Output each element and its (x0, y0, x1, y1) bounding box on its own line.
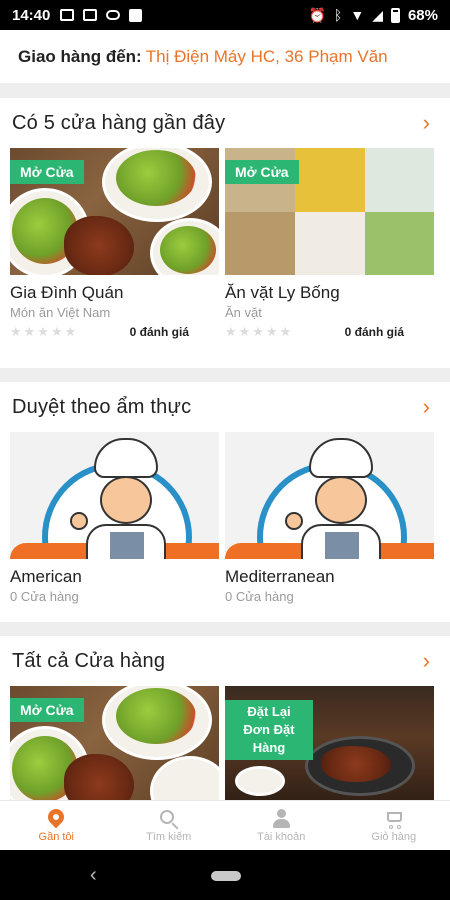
star-rating-icon: ★★★★★ (225, 324, 294, 339)
location-pin-icon (44, 805, 68, 829)
chef-hat-icon (309, 438, 373, 478)
image-notification-icon (60, 9, 75, 21)
nav-nearby[interactable]: Gần tôi (0, 801, 113, 850)
cuisine-name: American (10, 567, 82, 586)
open-badge: Mở Cửa (10, 160, 84, 184)
section-header[interactable]: Có 5 cửa hàng gần đây › (0, 98, 450, 148)
nav-search[interactable]: Tìm kiếm (113, 801, 226, 850)
cuisine-store-count: 0 Cửa hàng (225, 589, 294, 604)
nearby-stores-section: Có 5 cửa hàng gần đây › Mở Cửa Gia Đình … (0, 98, 450, 368)
section-header[interactable]: Tất cả Cửa hàng › (0, 636, 450, 686)
cart-icon (384, 809, 404, 829)
rating-row: ★★★★★ 0 đánh giá (10, 324, 219, 340)
store-name: Gia Đình Quán (10, 283, 124, 302)
cuisine-name: Mediterranean (225, 567, 335, 586)
nav-label: Tìm kiếm (146, 830, 192, 843)
cuisine-card[interactable]: Mediterranean 0 Cửa hàng (225, 432, 434, 604)
signal-icon: ◢ (372, 6, 383, 23)
status-time: 14:40 (12, 6, 51, 24)
cuisine-card[interactable]: American 0 Cửa hàng (10, 432, 219, 604)
home-pill-icon[interactable] (211, 871, 241, 881)
user-icon (271, 808, 291, 829)
rating-count: 0 đánh giá (344, 325, 404, 339)
section-divider (0, 368, 450, 382)
nav-label: Tài khoản (257, 830, 306, 843)
nav-label: Giỏ hàng (371, 830, 417, 843)
bluetooth-icon: ᛒ (333, 7, 343, 23)
chevron-right-icon[interactable]: › (423, 110, 430, 136)
nav-label: Gần tôi (38, 830, 74, 843)
section-divider (0, 622, 450, 636)
back-icon[interactable]: ‹ (90, 864, 97, 887)
bottom-navigation: Gần tôi Tìm kiếm Tài khoản Giỏ hàng (0, 800, 450, 850)
open-badge: Mở Cửa (225, 160, 299, 184)
store-card[interactable]: Mở Cửa Ăn vặt Ly Bống Ăn vặt ★★★★★ 0 đán… (225, 148, 434, 340)
section-divider (0, 84, 450, 98)
status-right: ⏰ ᛒ ▼ ◢ 68% (308, 7, 438, 24)
battery-percent: 68% (407, 6, 438, 24)
nav-cart[interactable]: Giỏ hàng (338, 801, 450, 850)
section-title: Có 5 cửa hàng gần đây (12, 111, 226, 134)
section-title: Tất cả Cửa hàng (12, 649, 166, 672)
section-title: Duyệt theo ẩm thực (12, 395, 192, 418)
alarm-icon: ⏰ (308, 6, 326, 23)
system-navigation-bar: ‹ (0, 850, 450, 900)
cuisine-section: Duyệt theo ẩm thực › American 0 Cửa hàng (0, 382, 450, 622)
battery-icon (390, 7, 400, 23)
delivery-address-bar[interactable]: Giao hàng đến: Thị Điện Máy HC, 36 Phạm … (0, 30, 450, 84)
section-header[interactable]: Duyệt theo ẩm thực › (0, 382, 450, 432)
chef-hat-icon (94, 438, 158, 478)
chevron-right-icon[interactable]: › (423, 648, 430, 674)
store-image: Mở Cửa (10, 148, 219, 275)
store-image: Đặt Lại Đơn Đặt Hàng (225, 686, 434, 800)
chef-illustration (10, 432, 219, 559)
chevron-right-icon[interactable]: › (423, 394, 430, 420)
app-notification-icon (129, 8, 143, 22)
chef-illustration (225, 432, 434, 559)
store-name: Ăn vặt Ly Bống (225, 283, 340, 302)
rating-row: ★★★★★ 0 đánh giá (225, 324, 434, 340)
message-notification-icon (83, 9, 98, 21)
store-card[interactable]: Mở Cửa Gia Đình Quán Món ăn Việt Nam ★★★… (10, 148, 219, 340)
rating-count: 0 đánh giá (129, 325, 189, 339)
delivery-label: Giao hàng đến: (18, 46, 142, 66)
cloud-icon (106, 10, 121, 20)
cuisine-store-count: 0 Cửa hàng (10, 589, 79, 604)
open-badge: Mở Cửa (10, 698, 84, 722)
all-stores-section: Tất cả Cửa hàng › Mở Cửa Đặt Lại Đơn Đặt… (0, 636, 450, 800)
delivery-address[interactable]: Thị Điện Máy HC, 36 Phạm Văn (146, 47, 388, 67)
store-card[interactable]: Đặt Lại Đơn Đặt Hàng (225, 686, 434, 800)
search-icon (159, 809, 179, 830)
wifi-icon: ▼ (350, 7, 365, 23)
reorder-badge: Đặt Lại Đơn Đặt Hàng (225, 700, 313, 760)
status-bar: 14:40 ⏰ ᛒ ▼ ◢ 68% (0, 0, 450, 30)
store-image: Mở Cửa (225, 148, 434, 275)
star-rating-icon: ★★★★★ (10, 324, 79, 339)
store-image: Mở Cửa (10, 686, 219, 800)
store-card[interactable]: Mở Cửa (10, 686, 219, 800)
store-cuisine: Ăn vặt (225, 305, 262, 320)
store-cuisine: Món ăn Việt Nam (10, 305, 111, 320)
nav-account[interactable]: Tài khoản (225, 801, 338, 850)
